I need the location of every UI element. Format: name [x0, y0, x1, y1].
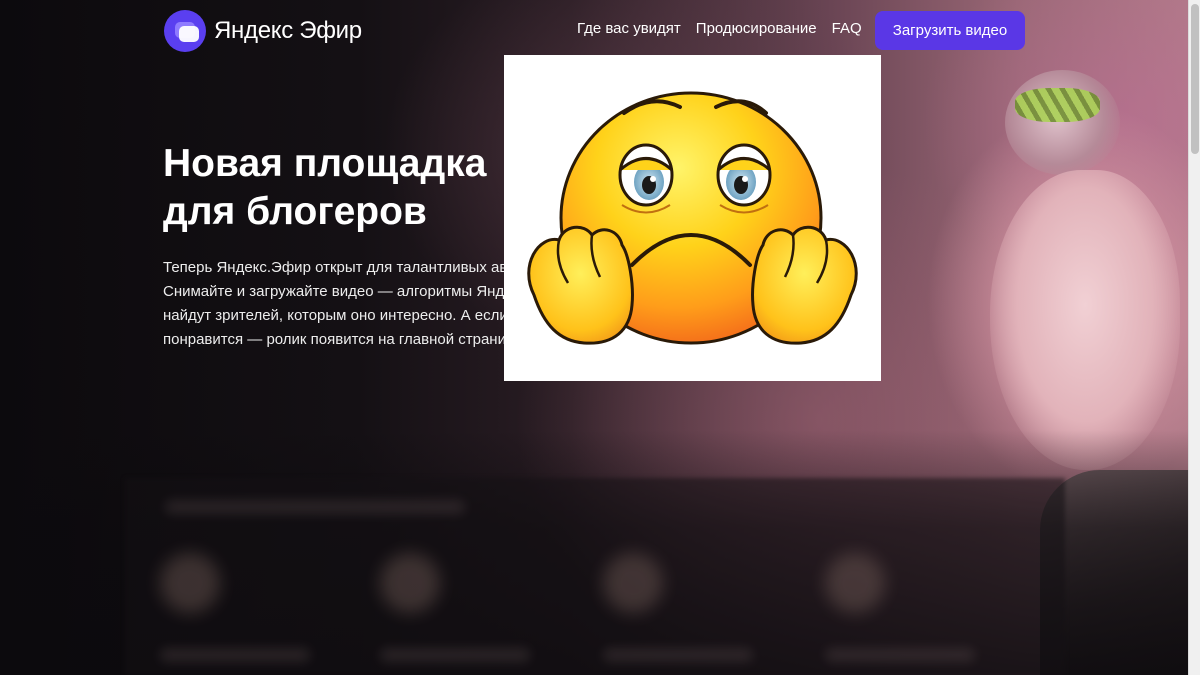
site-header: Яндекс Эфир Где вас увидят Продюсировани…	[0, 0, 1188, 62]
sad-emoji-icon	[527, 91, 858, 345]
photo-face	[990, 170, 1180, 470]
blurred-feature-icon	[380, 553, 440, 613]
photo-hair-bun	[1005, 70, 1120, 175]
blurred-feature-text	[380, 648, 530, 662]
efir-logo-icon	[164, 10, 206, 52]
photo-hair-tie	[1015, 88, 1100, 122]
blurred-features-section	[125, 478, 1065, 675]
blurred-feature-text	[160, 648, 310, 662]
blurred-feature-icon	[825, 553, 885, 613]
logo[interactable]: Яндекс Эфир	[164, 10, 362, 52]
page: Яндекс Эфир Где вас увидят Продюсировани…	[0, 0, 1188, 675]
main-nav: Где вас увидят Продюсирование FAQ	[577, 20, 862, 37]
blurred-heading	[165, 500, 465, 514]
upload-video-button[interactable]: Загрузить видео	[875, 11, 1025, 50]
blurred-feature-text	[825, 648, 975, 662]
blurred-feature-icon	[160, 553, 220, 613]
nav-link-faq[interactable]: FAQ	[832, 20, 862, 37]
nav-link-where-seen[interactable]: Где вас увидят	[577, 20, 681, 37]
page-scrollbar[interactable]	[1188, 0, 1200, 675]
blurred-feature-icon	[603, 553, 663, 613]
blurred-feature-text	[603, 648, 753, 662]
logo-text: Яндекс Эфир	[214, 17, 362, 44]
nav-link-production[interactable]: Продюсирование	[696, 20, 817, 37]
sad-emoji-sticker	[504, 55, 881, 381]
scrollbar-thumb[interactable]	[1191, 4, 1199, 154]
